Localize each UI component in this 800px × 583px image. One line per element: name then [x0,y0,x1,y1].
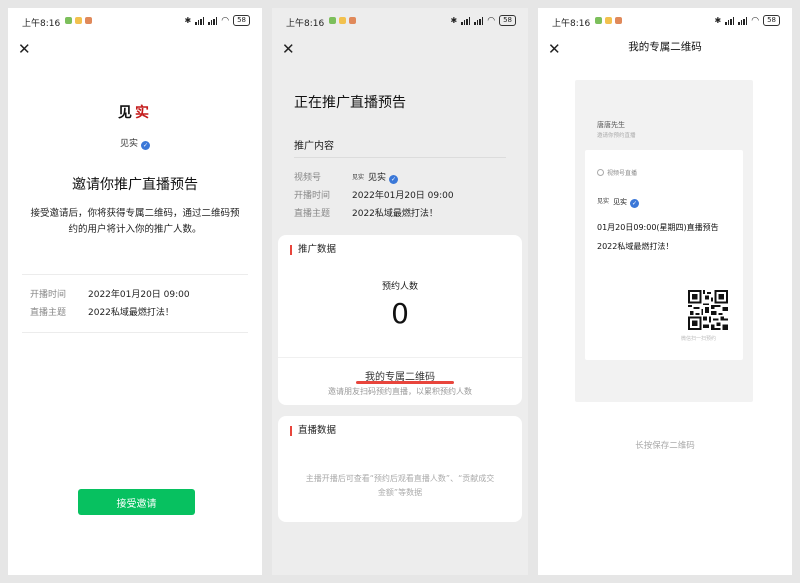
app-notification-icon [349,17,356,24]
wifi-icon: ◠ [751,15,760,26]
signal-icon [474,16,484,25]
page-title: 正在推广直播预告 [294,95,406,111]
field-start-time: 开播时间 2022年01月20日 09:00 [30,287,190,300]
app-notification-icon [85,17,92,24]
bluetooth-icon: ✱ [450,16,458,25]
field-value: 2022年01月20日 09:00 [88,290,190,300]
field-label: 开播时间 [30,290,67,300]
field-topic: 直播主题 2022私域最燃打法！ [30,305,174,318]
logo-text: 见 [118,105,135,121]
promo-screen: 上午8:16 ✱ ◠ 58 ✕ 正在推广直播预告 推广内容 视频号 见实 见实 ✓ … [272,8,528,575]
live-data-hint: 主播开播后可查看“预约后观看直播人数”、“贡献成交金额”等数据 [305,474,495,497]
field-start-time: 开播时间 2022年01月20日 09:00 [294,188,454,201]
qr-hint: 邀请朋友扫码预约直播，以累积预约人数 [328,387,472,396]
invite-description: 接受邀请后，你将获得专属二维码，通过二维码预约的用户将计入你的推广人数。 [30,208,240,235]
divider [294,157,506,158]
status-bar: 上午8:16 ✱ ◠ 58 [538,8,792,32]
app-notification-icon [329,17,336,24]
close-icon[interactable]: ✕ [18,40,31,58]
promo-data-card: 推广数据 预约人数 0 我的专属二维码 邀请朋友扫码预约直播，以累积预约人数 [278,235,522,405]
qr-screen: 上午8:16 ✱ ◠ 58 ✕ 我的专属二维码 唐唐先生 邀请你预约直播 视频号… [538,8,792,575]
status-time: 上午8:16 [22,19,61,29]
card-type: 视频号直播 [597,168,637,177]
verified-icon: ✓ [141,141,150,150]
inviter-name: 唐唐先生 [597,121,625,129]
live-data-card: 直播数据 主播开播后可查看“预约后观看直播人数”、“贡献成交金额”等数据 [278,416,522,522]
live-topic: 2022私域最燃打法！ [597,242,674,251]
divider [22,274,248,275]
signal-icon [738,16,748,25]
status-bar: 上午8:16 ✱ ◠ 58 [272,8,528,32]
channel-name: 见实 [613,198,628,206]
logo-text-red: 实 [135,105,152,121]
page-title: 邀请你推广直播预告 [72,177,198,193]
inviter-subtitle: 邀请你预约直播 [597,133,636,139]
signal-icon [208,16,218,25]
status-time: 上午8:16 [286,19,325,29]
wifi-icon: ◠ [487,15,496,26]
verified-icon: ✓ [389,175,399,184]
app-notification-icon [595,17,602,24]
app-notification-icon [75,17,82,24]
status-right: ✱ ◠ 58 [715,15,780,26]
scan-hint: 微信扫一扫预约 [681,336,717,342]
brand-logo: 见实 [8,102,262,122]
field-label: 直播主题 [30,308,67,318]
reservation-count: 0 [391,297,409,330]
battery-icon: 58 [763,15,780,26]
invite-screen: 上午8:16 ✱ ◠ 58 ✕ 见实 见实 ✓ 邀请你推广直播预告 接受邀请后，你… [8,8,262,575]
battery-icon: 58 [233,15,250,26]
bluetooth-icon: ✱ [714,16,722,25]
field-label: 视频号 [294,173,322,183]
battery-icon: 58 [499,15,516,26]
field-label: 直播主题 [294,209,331,219]
status-right: ✱ ◠ 58 [185,15,250,26]
divider [22,332,248,333]
verified-icon: ✓ [630,199,640,208]
card-title: 推广数据 [290,245,336,255]
reservation-count-label: 预约人数 [381,282,418,292]
notification-icons [329,17,356,24]
close-icon[interactable]: ✕ [282,40,295,58]
field-channel: 视频号 见实 见实 ✓ [294,170,399,184]
app-notification-icon [605,17,612,24]
field-topic: 直播主题 2022私域最燃打法！ [294,206,438,219]
save-qr-hint: 长按保存二维码 [635,441,695,451]
app-notification-icon [65,17,72,24]
qr-card: 视频号直播 见实 见实 ✓ 01月20日09:00(星期四)直播预告 2022私域最… [585,150,743,360]
divider [278,357,522,358]
account-name: 见实 ✓ [8,136,262,150]
app-notification-icon [339,17,346,24]
status-time: 上午8:16 [552,19,591,29]
field-label: 开播时间 [294,191,331,201]
field-value: 见实 见实 ✓ [352,170,399,184]
notification-icons [65,17,92,24]
notification-icons [595,17,622,24]
section-title: 推广内容 [294,141,334,152]
card-account: 见实 见实 ✓ [597,196,640,208]
field-value: 2022私域最燃打法！ [88,308,174,318]
accept-invite-button[interactable]: 接受邀请 [78,489,195,515]
app-notification-icon [615,17,622,24]
signal-icon [195,16,205,25]
highlight-underline [356,381,454,384]
live-schedule: 01月20日09:00(星期四)直播预告 [597,223,719,232]
bluetooth-icon: ✱ [184,16,192,25]
page-title: 我的专属二维码 [628,41,702,53]
field-value: 2022年01月20日 09:00 [352,191,454,201]
status-right: ✱ ◠ 58 [451,15,516,26]
channel-name: 见实 [368,173,387,183]
qr-poster[interactable]: 唐唐先生 邀请你预约直播 视频号直播 见实 见实 ✓ 01月20日09:00(星期四… [575,80,753,402]
channel-logo: 见实 [597,198,610,205]
wifi-icon: ◠ [221,15,230,26]
status-bar: 上午8:16 ✱ ◠ 58 [8,8,262,32]
account-name-text: 见实 [119,139,138,149]
signal-icon [461,16,471,25]
signal-icon [725,16,735,25]
field-value: 2022私域最燃打法！ [352,209,438,219]
channel-logo: 见实 [352,174,365,181]
qr-code-icon [688,290,728,330]
card-title: 直播数据 [290,426,336,436]
